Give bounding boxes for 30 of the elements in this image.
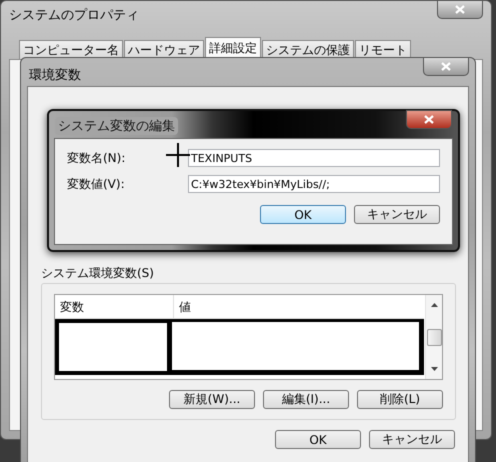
- crosshair-cursor-icon: [166, 143, 190, 167]
- close-button[interactable]: [423, 57, 469, 76]
- dialog-button[interactable]: キャンセル: [369, 430, 455, 449]
- column-header[interactable]: 値: [174, 295, 424, 318]
- field-label: 変数名(N):: [67, 150, 126, 166]
- close-button[interactable]: [406, 110, 452, 129]
- dialog-button[interactable]: キャンセル: [354, 205, 440, 224]
- close-button[interactable]: [437, 0, 483, 19]
- close-icon: [441, 62, 451, 71]
- field-label: 変数値(V):: [67, 176, 125, 192]
- tab[interactable]: 詳細設定: [205, 37, 261, 59]
- scroll-thumb[interactable]: [426, 328, 442, 346]
- window-title: システムのプロパティ: [9, 7, 139, 24]
- dialog-button[interactable]: 編集(I)...: [263, 390, 349, 409]
- dialog-button[interactable]: OK: [260, 205, 346, 224]
- scroll-down-icon[interactable]: [430, 367, 438, 371]
- window-title: 環境変数: [29, 67, 81, 84]
- close-icon: [455, 5, 465, 14]
- close-icon: [424, 115, 434, 124]
- dialog-button[interactable]: 削除(L): [357, 390, 443, 409]
- tab[interactable]: コンピューター名: [19, 40, 123, 59]
- scrollbar[interactable]: [425, 295, 442, 379]
- dialog-title: システム変数の編集: [55, 117, 178, 135]
- column-header[interactable]: 変数: [55, 295, 174, 318]
- input-field[interactable]: TEXINPUTS: [188, 149, 440, 167]
- group-label: システム環境変数(S): [41, 265, 155, 282]
- dialog-button[interactable]: 新規(W)...: [169, 390, 255, 409]
- dialog-button[interactable]: OK: [275, 430, 361, 449]
- input-field[interactable]: C:¥w32tex¥bin¥MyLibs//;: [188, 175, 440, 193]
- scroll-up-icon[interactable]: [430, 303, 438, 307]
